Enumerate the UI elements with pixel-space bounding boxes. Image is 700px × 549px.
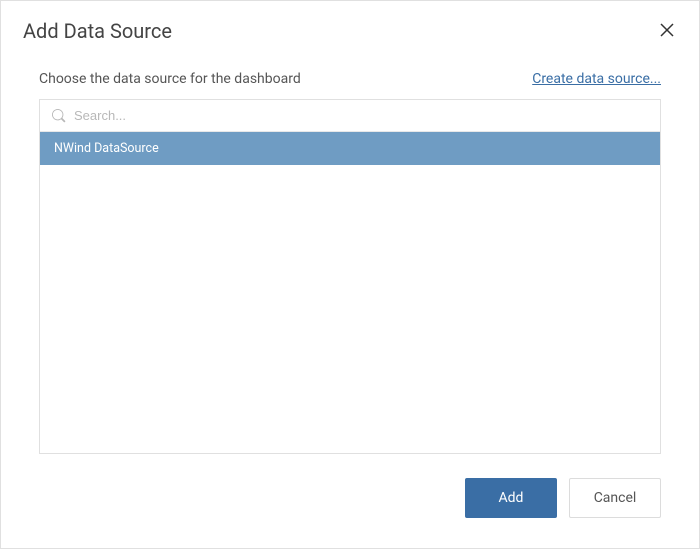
dialog-title: Add Data Source: [23, 19, 172, 43]
data-source-list-container: NWind DataSource: [39, 99, 661, 454]
add-data-source-dialog: Add Data Source Choose the data source f…: [0, 0, 700, 549]
body-header-row: Choose the data source for the dashboard…: [39, 71, 661, 87]
data-source-list: NWind DataSource: [40, 132, 660, 453]
dialog-footer: Add Cancel: [1, 478, 699, 548]
list-item[interactable]: NWind DataSource: [40, 132, 660, 165]
create-data-source-link[interactable]: Create data source...: [532, 71, 661, 87]
add-button[interactable]: Add: [465, 478, 557, 518]
instruction-text: Choose the data source for the dashboard: [39, 71, 301, 87]
dialog-header: Add Data Source: [1, 1, 699, 59]
cancel-button[interactable]: Cancel: [569, 478, 661, 518]
dialog-body: Choose the data source for the dashboard…: [1, 59, 699, 478]
close-button[interactable]: [657, 21, 677, 41]
search-input[interactable]: [74, 108, 648, 123]
search-icon: [52, 109, 66, 123]
search-row: [40, 100, 660, 132]
close-icon: [660, 22, 674, 41]
